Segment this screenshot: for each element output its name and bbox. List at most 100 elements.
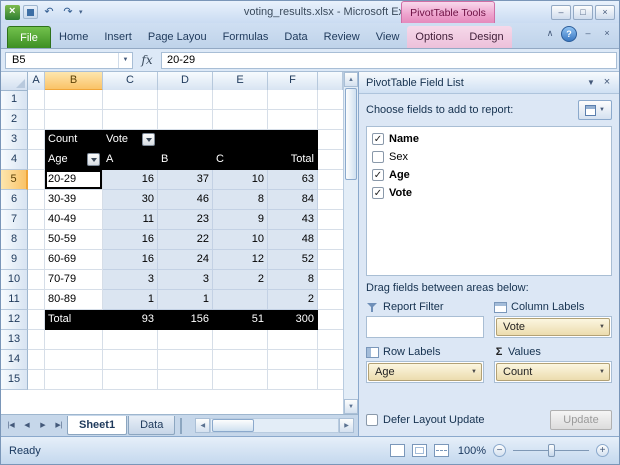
vertical-scroll-track[interactable]	[344, 181, 358, 399]
cell-F10[interactable]: 8	[268, 270, 318, 290]
view-normal-icon[interactable]	[390, 444, 405, 457]
horizontal-scrollbar[interactable]: ◀ ▶	[195, 418, 354, 433]
cell-B8[interactable]: 50-59	[45, 230, 103, 250]
cell-D3[interactable]	[158, 130, 213, 150]
field-button-vote[interactable]: Vote ▼	[496, 318, 610, 336]
row-header-8[interactable]: 8	[1, 230, 28, 250]
cell-E5[interactable]: 10	[213, 170, 268, 190]
cell-D5[interactable]: 37	[158, 170, 213, 190]
cell-C8[interactable]: 16	[103, 230, 158, 250]
column-header-C[interactable]: C	[103, 72, 158, 91]
cell-D12[interactable]: 156	[158, 310, 213, 330]
column-header-F[interactable]: F	[268, 72, 318, 91]
row-header-15[interactable]: 15	[1, 370, 28, 390]
minimize-ribbon-icon[interactable]: ∧	[542, 26, 558, 42]
cell-D7[interactable]: 23	[158, 210, 213, 230]
tab-split-handle[interactable]	[180, 417, 187, 434]
cell-F6[interactable]: 84	[268, 190, 318, 210]
cell-D2[interactable]	[158, 110, 213, 130]
cell-E6[interactable]: 8	[213, 190, 268, 210]
cell-A9[interactable]	[28, 250, 45, 270]
cell-E8[interactable]: 10	[213, 230, 268, 250]
cell-B9[interactable]: 60-69	[45, 250, 103, 270]
cell-C10[interactable]: 3	[103, 270, 158, 290]
update-button[interactable]: Update	[550, 410, 612, 430]
row-header-2[interactable]: 2	[1, 110, 28, 130]
ribbon-tab-home[interactable]: Home	[51, 26, 96, 48]
cell-C4[interactable]: A	[103, 150, 158, 170]
row-header-9[interactable]: 9	[1, 250, 28, 270]
horizontal-scroll-thumb[interactable]	[212, 419, 255, 432]
cell-C13[interactable]	[103, 330, 158, 350]
cell-F9[interactable]: 52	[268, 250, 318, 270]
row-header-6[interactable]: 6	[1, 190, 28, 210]
column-header-D[interactable]: D	[158, 72, 213, 91]
cell-B13[interactable]	[45, 330, 103, 350]
view-page-break-icon[interactable]	[434, 444, 449, 457]
cell-D10[interactable]: 3	[158, 270, 213, 290]
cell-F1[interactable]	[268, 90, 318, 110]
cell-C3[interactable]: Vote	[103, 130, 158, 150]
area-box-column-labels[interactable]: Vote ▼	[494, 316, 612, 338]
vertical-scrollbar[interactable]: ▲ ▼	[343, 72, 358, 414]
cell-E15[interactable]	[213, 370, 268, 390]
cell-A12[interactable]	[28, 310, 45, 330]
cell-C1[interactable]	[103, 90, 158, 110]
name-box-dropdown-icon[interactable]: ▼	[118, 52, 132, 68]
prev-sheet-icon[interactable]: ◀	[19, 418, 35, 434]
cell-D6[interactable]: 46	[158, 190, 213, 210]
sheet-tab-sheet1[interactable]: Sheet1	[67, 416, 128, 435]
cell-E1[interactable]	[213, 90, 268, 110]
field-item-sex[interactable]: Sex	[369, 148, 609, 166]
row-header-3[interactable]: 3	[1, 130, 28, 150]
cell-F4[interactable]: Total	[268, 150, 318, 170]
column-header-E[interactable]: E	[213, 72, 268, 91]
workbook-close-icon[interactable]: ×	[599, 26, 615, 42]
formula-input[interactable]: 20-29	[161, 51, 617, 69]
cell-D8[interactable]: 22	[158, 230, 213, 250]
workbook-minimize-icon[interactable]: –	[580, 26, 596, 42]
cell-F5[interactable]: 63	[268, 170, 318, 190]
field-item-name[interactable]: Name	[369, 130, 609, 148]
field-item-age[interactable]: Age	[369, 166, 609, 184]
cell-E10[interactable]: 2	[213, 270, 268, 290]
horizontal-scroll-track[interactable]	[210, 418, 339, 433]
cell-B6[interactable]: 30-39	[45, 190, 103, 210]
vertical-scroll-thumb[interactable]	[345, 88, 357, 180]
row-header-10[interactable]: 10	[1, 270, 28, 290]
select-all-corner[interactable]	[1, 72, 28, 91]
cell-F14[interactable]	[268, 350, 318, 370]
ribbon-tab-insert[interactable]: Insert	[96, 26, 140, 48]
field-item-vote[interactable]: Vote	[369, 184, 609, 202]
cell-B2[interactable]	[45, 110, 103, 130]
cell-A2[interactable]	[28, 110, 45, 130]
window-maximize-icon[interactable]: □	[573, 4, 593, 20]
row-header-14[interactable]: 14	[1, 350, 28, 370]
cell-A6[interactable]	[28, 190, 45, 210]
cell-B15[interactable]	[45, 370, 103, 390]
defer-layout-checkbox[interactable]	[366, 414, 378, 426]
cell-F2[interactable]	[268, 110, 318, 130]
cell-F11[interactable]: 2	[268, 290, 318, 310]
cell-E4[interactable]: C	[213, 150, 268, 170]
cell-B12[interactable]: Total	[45, 310, 103, 330]
cell-B1[interactable]	[45, 90, 103, 110]
cell-F7[interactable]: 43	[268, 210, 318, 230]
ribbon-tab-data[interactable]: Data	[276, 26, 315, 48]
cell-A4[interactable]	[28, 150, 45, 170]
cell-A5[interactable]	[28, 170, 45, 190]
ribbon-tab-page-layou[interactable]: Page Layou	[140, 26, 215, 48]
area-box-row-labels[interactable]: Age ▼	[366, 361, 484, 383]
column-header-B[interactable]: B	[45, 72, 103, 91]
cell-F12[interactable]: 300	[268, 310, 318, 330]
cell-A11[interactable]	[28, 290, 45, 310]
cell-B4[interactable]: Age	[45, 150, 103, 170]
save-icon[interactable]	[23, 5, 38, 19]
cell-D4[interactable]: B	[158, 150, 213, 170]
cell-B5[interactable]: 20-29	[45, 170, 103, 190]
ribbon-tab-options[interactable]: Options	[407, 26, 461, 48]
cell-E11[interactable]	[213, 290, 268, 310]
cell-E12[interactable]: 51	[213, 310, 268, 330]
cell-C14[interactable]	[103, 350, 158, 370]
sheet-tab-data[interactable]: Data	[128, 416, 176, 435]
